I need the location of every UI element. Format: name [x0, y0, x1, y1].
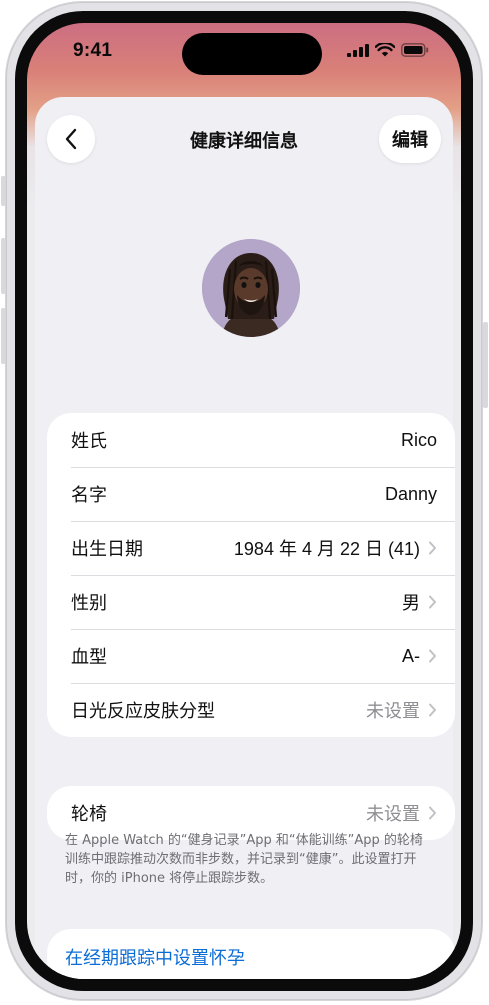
detail-label: 名字 [71, 485, 107, 506]
detail-value: 1984 年 4 月 22 日 (41) [233, 539, 420, 559]
wheelchair-value: 未设置 [366, 804, 420, 824]
wheelchair-label: 轮椅 [71, 804, 107, 825]
details-card: 姓氏 Rico 名字 Danny 出生日期 1984 年 4 月 22 日 (4… [47, 413, 455, 737]
phone-bezel: 9:41 健康详细信息 编辑 姓氏 Rico 名字 Danny 出生日期 198… [15, 11, 473, 991]
pregnancy-setup-link[interactable]: 在经期跟踪中设置怀孕 [47, 929, 455, 979]
chevron-right-icon [429, 649, 436, 663]
edit-button[interactable]: 编辑 [379, 115, 441, 163]
detail-label: 日光反应皮肤分型 [71, 701, 215, 722]
detail-value: 未设置 [366, 701, 420, 721]
chevron-right-icon [429, 806, 436, 820]
status-time: 9:41 [73, 40, 113, 61]
detail-value: Danny [384, 483, 437, 504]
detail-value: Rico [400, 429, 437, 450]
screen: 9:41 健康详细信息 编辑 姓氏 Rico 名字 Danny 出生日期 198… [27, 23, 461, 979]
health-details-sheet: 健康详细信息 编辑 姓氏 Rico 名字 Danny 出生日期 1984 年 4… [35, 97, 455, 979]
battery-icon [401, 43, 429, 57]
wheelchair-footnote: 在 Apple Watch 的“健身记录”App 和“体能训练”App 的轮椅训… [65, 833, 423, 886]
power-button[interactable] [483, 322, 488, 408]
detail-row-blood-type[interactable]: 血型 A- [47, 629, 455, 683]
phone-frame: 9:41 健康详细信息 编辑 姓氏 Rico 名字 Danny 出生日期 198… [6, 2, 482, 1000]
chevron-right-icon [429, 595, 436, 609]
detail-row-birth-date[interactable]: 出生日期 1984 年 4 月 22 日 (41) [47, 521, 455, 575]
detail-row-sex[interactable]: 性别 男 [47, 575, 455, 629]
detail-value: A- [402, 645, 420, 666]
avatar [202, 239, 300, 337]
detail-label: 血型 [71, 647, 107, 668]
detail-row-last-name[interactable]: 姓氏 Rico [47, 413, 455, 467]
detail-row-first-name[interactable]: 名字 Danny [47, 467, 455, 521]
detail-value: 男 [402, 593, 420, 613]
chevron-right-icon [429, 541, 436, 555]
detail-label: 性别 [71, 593, 107, 614]
wifi-icon [375, 43, 395, 57]
cellular-signal-icon [347, 43, 369, 57]
chevron-right-icon [429, 703, 436, 717]
dynamic-island [182, 33, 322, 75]
status-icons [347, 43, 429, 57]
detail-label: 姓氏 [71, 431, 107, 452]
memoji-avatar-icon [202, 239, 300, 337]
detail-label: 出生日期 [71, 539, 143, 560]
detail-row-skin-type[interactable]: 日光反应皮肤分型 未设置 [47, 683, 455, 737]
